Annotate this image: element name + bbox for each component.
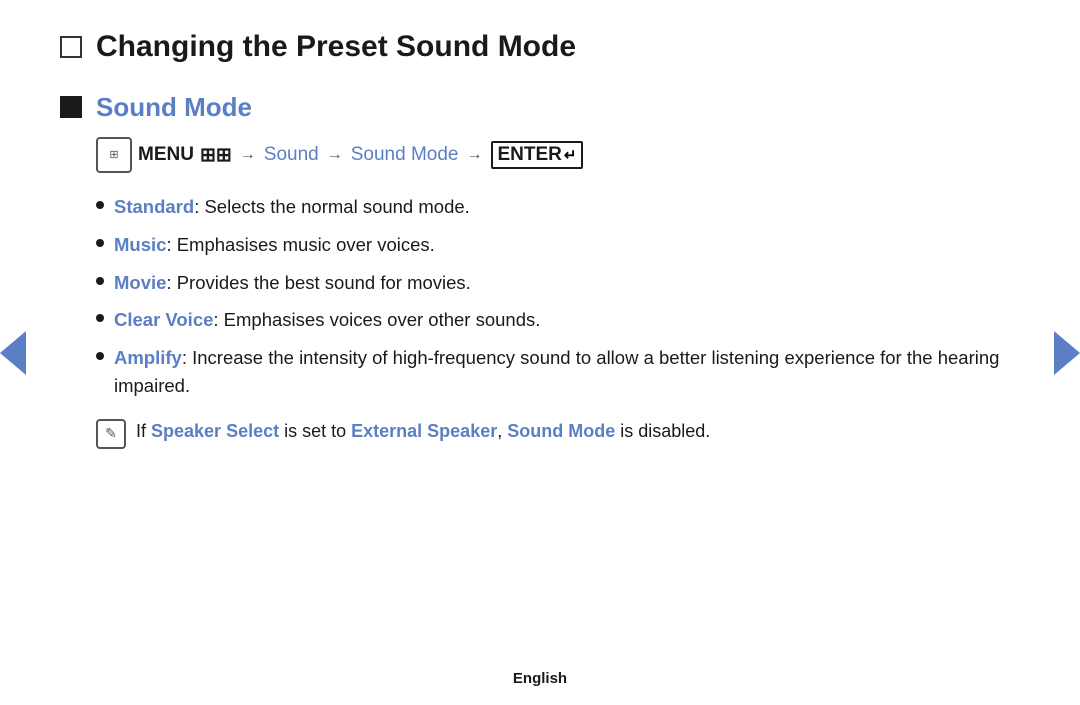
term-clear-voice: Clear Voice — [114, 309, 213, 330]
section-content: Sound Mode ⊞ MENU ⊞⊞ → Sound → Sound Mod… — [96, 92, 1000, 449]
note-term2: External Speaker — [351, 421, 497, 441]
list-item: Movie: Provides the best sound for movie… — [96, 269, 1000, 297]
term-music: Music — [114, 234, 166, 255]
desc-movie: : Provides the best sound for movies. — [166, 272, 470, 293]
note-suffix: is disabled. — [615, 421, 710, 441]
desc-music: : Emphasises music over voices. — [166, 234, 434, 255]
list-item-text: Clear Voice: Emphasises voices over othe… — [114, 306, 540, 334]
list-item-text: Movie: Provides the best sound for movie… — [114, 269, 471, 297]
checkbox-icon — [60, 36, 82, 58]
note-term1: Speaker Select — [151, 421, 279, 441]
list-item-text: Music: Emphasises music over voices. — [114, 231, 435, 259]
bullet-dot — [96, 352, 104, 360]
note-icon: ✎ — [96, 419, 126, 449]
list-item: Clear Voice: Emphasises voices over othe… — [96, 306, 1000, 334]
bullet-dot — [96, 277, 104, 285]
term-standard: Standard — [114, 196, 194, 217]
arrow-2: → — [327, 146, 343, 164]
page-title: Changing the Preset Sound Mode — [96, 30, 576, 64]
nav-right-button[interactable] — [1054, 331, 1080, 375]
main-title-row: Changing the Preset Sound Mode — [60, 30, 1000, 64]
list-item-text: Amplify: Increase the intensity of high-… — [114, 344, 1000, 400]
note-prefix: If — [136, 421, 151, 441]
menu-icon-symbol: ⊞ — [109, 150, 118, 161]
term-movie: Movie — [114, 272, 166, 293]
bullet-dot — [96, 201, 104, 209]
desc-clear-voice: : Emphasises voices over other sounds. — [213, 309, 540, 330]
bullet-dot — [96, 239, 104, 247]
note-icon-symbol: ✎ — [105, 423, 117, 444]
note-row: ✎ If Speaker Select is set to External S… — [96, 418, 1000, 449]
arrow-1: → — [240, 146, 256, 164]
footer-label: English — [513, 670, 567, 687]
sound-mode-label: Sound Mode — [351, 144, 459, 166]
arrow-3: → — [467, 146, 483, 164]
bullet-dot — [96, 314, 104, 322]
list-item: Standard: Selects the normal sound mode. — [96, 193, 1000, 221]
note-term3: Sound Mode — [507, 421, 615, 441]
nav-left-button[interactable] — [0, 331, 26, 375]
menu-icon: ⊞ — [96, 137, 132, 173]
page-container: Changing the Preset Sound Mode Sound Mod… — [0, 0, 1080, 705]
sound-label: Sound — [264, 144, 319, 166]
section-block: Sound Mode ⊞ MENU ⊞⊞ → Sound → Sound Mod… — [60, 92, 1000, 449]
desc-standard: : Selects the normal sound mode. — [194, 196, 470, 217]
menu-squares: ⊞⊞ — [200, 144, 232, 167]
menu-path: ⊞ MENU ⊞⊞ → Sound → Sound Mode → ENTER↵ — [96, 137, 1000, 173]
list-item: Amplify: Increase the intensity of high-… — [96, 344, 1000, 400]
desc-amplify: : Increase the intensity of high-frequen… — [114, 347, 999, 396]
bullet-list: Standard: Selects the normal sound mode.… — [96, 193, 1000, 400]
enter-box: ENTER↵ — [491, 141, 584, 169]
enter-label: ENTER — [498, 144, 562, 166]
menu-label: MENU — [138, 144, 194, 166]
black-square-icon — [60, 96, 82, 118]
list-item: Music: Emphasises music over voices. — [96, 231, 1000, 259]
section-title: Sound Mode — [96, 92, 1000, 123]
note-separator: , — [497, 421, 507, 441]
note-middle: is set to — [279, 421, 351, 441]
list-item-text: Standard: Selects the normal sound mode. — [114, 193, 470, 221]
note-text: If Speaker Select is set to External Spe… — [136, 418, 710, 445]
enter-arrow-icon: ↵ — [564, 146, 577, 164]
term-amplify: Amplify — [114, 347, 182, 368]
